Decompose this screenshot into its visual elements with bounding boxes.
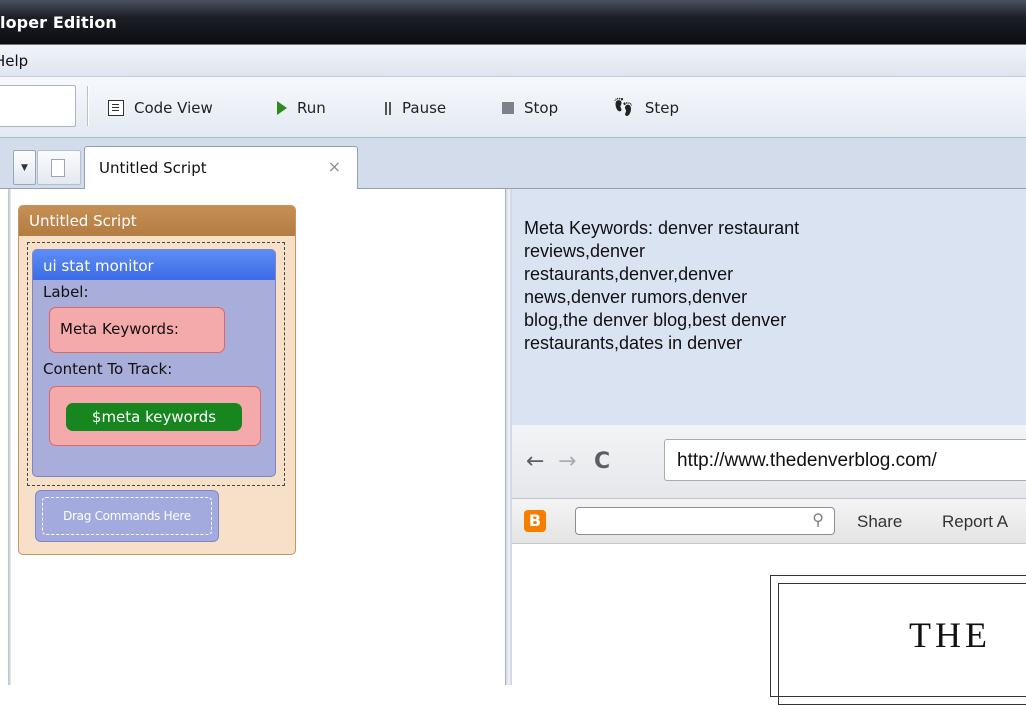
stop-button[interactable]: Stop — [502, 96, 558, 120]
label-value-slot[interactable]: Meta Keywords: — [49, 307, 225, 353]
tab-list-dropdown[interactable]: ▼ — [13, 150, 36, 185]
drag-commands-label: Drag Commands Here — [42, 497, 212, 535]
preview-pane: Meta Keywords: denver restaurant reviews… — [512, 189, 1026, 705]
search-icon[interactable]: ⚲ — [812, 510, 824, 529]
new-document-button[interactable] — [37, 150, 81, 185]
code-view-button[interactable]: Code View — [108, 96, 213, 120]
code-view-icon — [108, 100, 124, 116]
menu-bar: Help — [0, 45, 1026, 77]
content-value-slot[interactable]: $meta keywords — [49, 386, 261, 446]
tab-untitled-script[interactable]: Untitled Script × — [84, 146, 358, 190]
run-button[interactable]: Run — [277, 96, 326, 120]
blogger-logo-icon[interactable]: B — [524, 510, 546, 532]
pane-border — [8, 189, 11, 685]
blogger-navbar: B ⚲ Share Report A — [512, 499, 1026, 544]
close-icon[interactable]: × — [328, 157, 341, 176]
drag-commands-target[interactable]: Drag Commands Here — [35, 490, 219, 542]
script-title: Untitled Script — [19, 206, 295, 236]
toolbar-separator — [87, 86, 89, 126]
tab-label: Untitled Script — [99, 159, 207, 177]
monitor-title: ui stat monitor — [33, 250, 275, 280]
browser-nav-bar: ← → C http://www.thedenverblog.com/ — [512, 425, 1026, 499]
script-block[interactable]: Untitled Script ui stat monitor Label: M… — [18, 205, 296, 555]
reload-icon[interactable]: C — [594, 449, 610, 474]
document-icon — [51, 159, 65, 177]
pause-button[interactable]: Pause — [384, 96, 446, 120]
step-button[interactable]: 👣︎ Step — [612, 96, 679, 120]
step-label: Step — [644, 99, 680, 117]
script-drop-zone: ui stat monitor Label: Meta Keywords: Co… — [27, 242, 285, 486]
meta-keywords-variable[interactable]: $meta keywords — [66, 403, 242, 431]
label-caption: Label: — [43, 283, 89, 301]
stats-line: blog,the denver blog,best denver — [524, 310, 787, 330]
label-value: Meta Keywords: — [60, 320, 179, 338]
content-caption: Content To Track: — [43, 360, 173, 378]
forward-arrow-icon[interactable]: → — [558, 449, 576, 474]
window-title: loper Edition — [0, 13, 117, 32]
menu-help[interactable]: Help — [0, 52, 28, 70]
toolbar: Code View Run Pause Stop 👣︎ Step — [0, 77, 1026, 138]
blog-masthead-text: THE — [909, 615, 991, 655]
stop-label: Stop — [524, 99, 559, 117]
url-input[interactable]: http://www.thedenverblog.com/ — [664, 439, 1026, 481]
blog-masthead-frame: THE — [770, 575, 1026, 705]
stats-line: restaurants,dates in denver — [524, 333, 743, 353]
stats-line: Meta Keywords: denver restaurant — [524, 218, 800, 238]
play-icon — [277, 101, 287, 115]
stop-icon — [502, 102, 514, 114]
stats-line: news,denver rumors,denver — [524, 287, 748, 307]
stats-output: Meta Keywords: denver restaurant reviews… — [512, 189, 1026, 425]
tab-strip: ▼ Untitled Script × — [0, 138, 1026, 190]
report-abuse-link[interactable]: Report A — [942, 512, 1008, 532]
stats-line: restaurants,denver,denver — [524, 264, 734, 284]
toolbar-input[interactable] — [0, 85, 76, 127]
back-arrow-icon[interactable]: ← — [526, 449, 544, 474]
footprint-icon: 👣︎ — [612, 97, 635, 118]
blog-search-input[interactable]: ⚲ — [575, 507, 835, 535]
stats-line: reviews,denver — [524, 241, 646, 261]
ui-stat-monitor-block[interactable]: ui stat monitor Label: Meta Keywords: Co… — [32, 249, 276, 477]
pause-icon — [384, 101, 392, 115]
chevron-down-icon: ▼ — [21, 162, 28, 173]
pause-label: Pause — [402, 99, 447, 117]
code-view-label: Code View — [134, 99, 213, 117]
share-link[interactable]: Share — [857, 512, 902, 532]
run-label: Run — [297, 99, 326, 117]
window-titlebar: loper Edition — [0, 0, 1026, 45]
stats-text: Meta Keywords: denver restaurant reviews… — [524, 217, 944, 355]
